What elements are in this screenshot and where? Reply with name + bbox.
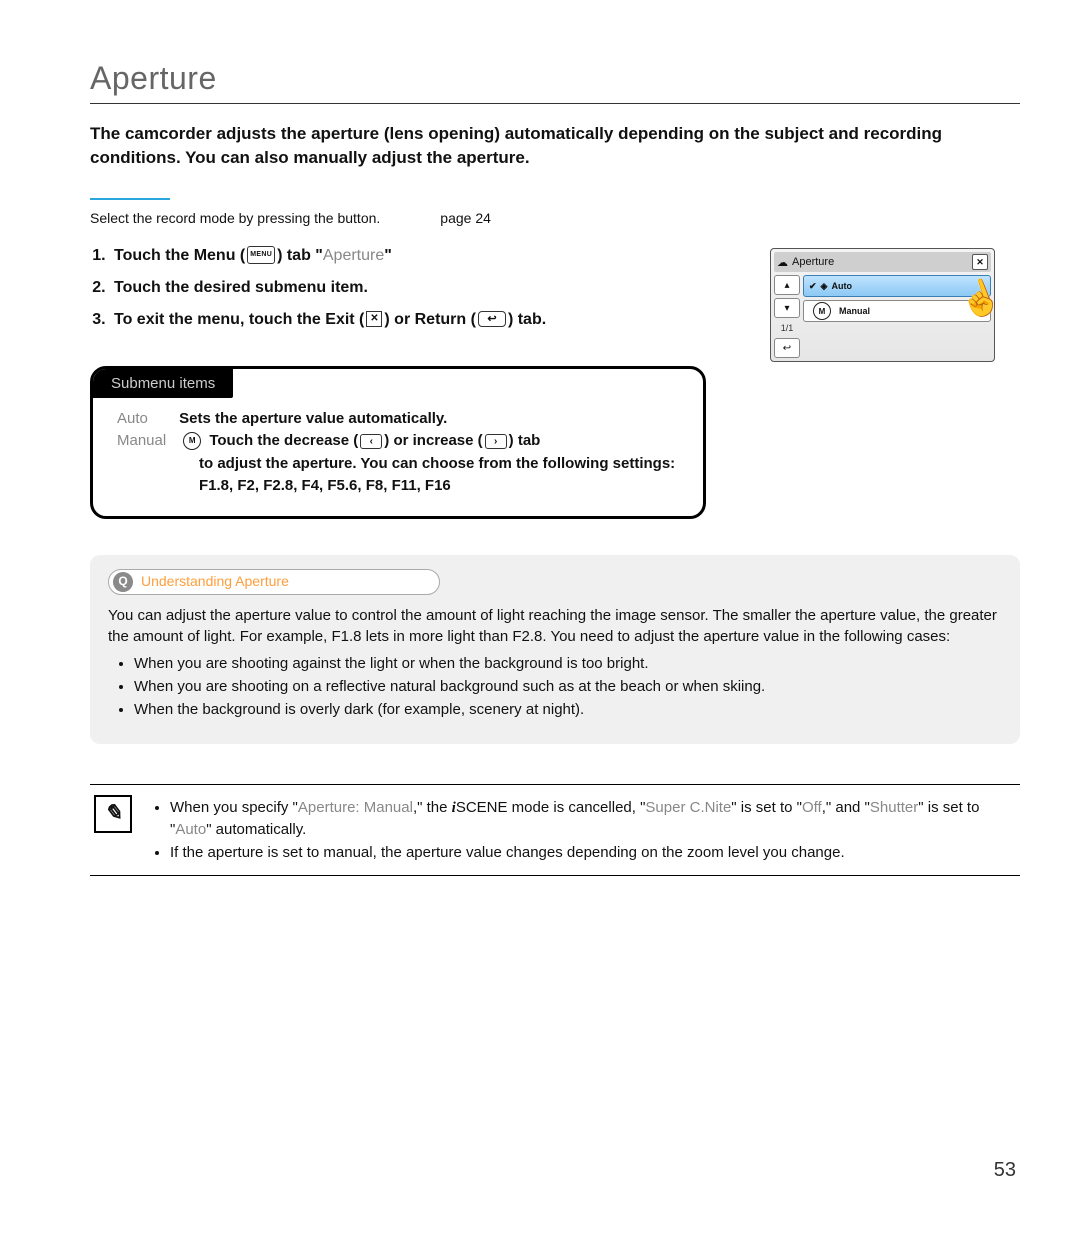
n1a: When you specify " [170, 799, 298, 816]
decrease-icon: ‹ [360, 434, 382, 449]
precheck-pageref: page 24 [440, 210, 491, 226]
submenu-manual-values: F1.8, F2, F2.8, F4, F5.6, F8, F11, F16 [199, 475, 679, 498]
n1-link5: Auto [175, 821, 206, 838]
submenu-manual-b: ) or increase ( [384, 432, 482, 449]
step1-quote-close: " [384, 247, 392, 264]
manual-mode-icon: M [813, 302, 831, 320]
precheck-divider [90, 198, 170, 200]
submenu-auto-text: Sets the aperture value automatically. [179, 410, 447, 427]
step1-part-b: ) tab [277, 247, 315, 264]
n1b: ," the [413, 799, 452, 816]
increase-icon: › [485, 434, 507, 449]
lcd-page-indicator: 1/1 [774, 321, 800, 335]
return-button[interactable]: ↩ [774, 338, 800, 358]
understanding-box: Q Understanding Aperture You can adjust … [90, 555, 1020, 744]
understanding-pill: Q Understanding Aperture [108, 569, 440, 595]
submenu-auto-label: Auto [117, 408, 175, 431]
submenu-manual-a: Touch the decrease ( [209, 432, 358, 449]
lcd-auto-label: Auto [831, 281, 852, 291]
understanding-pill-text: Understanding Aperture [141, 572, 289, 592]
lcd-title: Aperture [792, 256, 834, 268]
magnifier-icon: Q [113, 572, 133, 592]
step1-quote-open: " [315, 247, 323, 264]
n1-iscene: SCENE [456, 799, 508, 816]
page-title: Aperture [90, 60, 1020, 104]
manual-mode-icon: M [183, 432, 201, 450]
note-1: When you specify "Aperture: Manual," the… [170, 797, 1016, 840]
understanding-item-3: When the background is overly dark (for … [134, 699, 1002, 720]
page-number: 53 [994, 1159, 1016, 1182]
precheck-text: Select the record mode by pressing the b… [90, 210, 380, 226]
understanding-item-1: When you are shooting against the light … [134, 653, 1002, 674]
n1-link1: Aperture: Manual [298, 799, 413, 816]
lcd-panel: ☁ Aperture ✕ ▴ ▾ 1/1 ↩ ✔ ◈ Auto M Manual… [770, 248, 995, 362]
n1-link3: Off [802, 799, 822, 816]
intro-text: The camcorder adjusts the aperture (lens… [90, 122, 1020, 170]
check-icon: ✔ [809, 281, 817, 292]
close-icon[interactable]: ✕ [972, 254, 988, 270]
exit-icon: ✕ [366, 311, 382, 327]
submenu-manual-line2: to adjust the aperture. You can choose f… [199, 453, 679, 476]
n1d: " is set to " [731, 799, 802, 816]
submenu-box: Submenu items Auto Sets the aperture val… [90, 366, 706, 519]
step3-part-b: ) or Return ( [384, 311, 476, 328]
submenu-manual-label: Manual [117, 430, 175, 453]
submenu-header: Submenu items [93, 369, 233, 398]
n1e: ," and " [822, 799, 870, 816]
notes-list: When you specify "Aperture: Manual," the… [150, 795, 1016, 865]
step3-part-c: ) tab. [508, 311, 546, 328]
notes-block: ✎ When you specify "Aperture: Manual," t… [90, 784, 1020, 876]
menu-icon: MENU [247, 246, 275, 264]
step1-part-a: Touch the Menu ( [114, 247, 245, 264]
n1-link2: Super C.Nite [645, 799, 731, 816]
lcd-header: ☁ Aperture ✕ [774, 252, 991, 272]
n1g: " automatically. [206, 821, 306, 838]
note-2: If the aperture is set to manual, the ap… [170, 842, 1016, 863]
scroll-up-button[interactable]: ▴ [774, 275, 800, 295]
step1-link: Aperture [323, 247, 384, 264]
step3-part-a: To exit the menu, touch the Exit ( [114, 311, 364, 328]
lcd-nav: ▴ ▾ 1/1 ↩ [774, 275, 800, 358]
auto-mode-icon: ◈ [821, 281, 828, 292]
understanding-para: You can adjust the aperture value to con… [108, 605, 1002, 647]
n1c: mode is cancelled, " [508, 799, 646, 816]
n1-link4: Shutter [870, 799, 918, 816]
understanding-item-2: When you are shooting on a reflective na… [134, 676, 1002, 697]
return-icon: ↩ [478, 311, 506, 327]
scroll-down-button[interactable]: ▾ [774, 298, 800, 318]
lcd-manual-label: Manual [839, 306, 870, 316]
submenu-manual-row: Manual M Touch the decrease (‹) or incre… [117, 430, 679, 498]
note-icon: ✎ [94, 795, 132, 833]
submenu-auto-row: Auto Sets the aperture value automatical… [117, 408, 679, 431]
understanding-list: When you are shooting against the light … [108, 653, 1002, 720]
precheck-row: Select the record mode by pressing the b… [90, 210, 1020, 226]
aperture-cloud-icon: ☁ [777, 256, 788, 269]
submenu-manual-c: ) tab [509, 432, 541, 449]
